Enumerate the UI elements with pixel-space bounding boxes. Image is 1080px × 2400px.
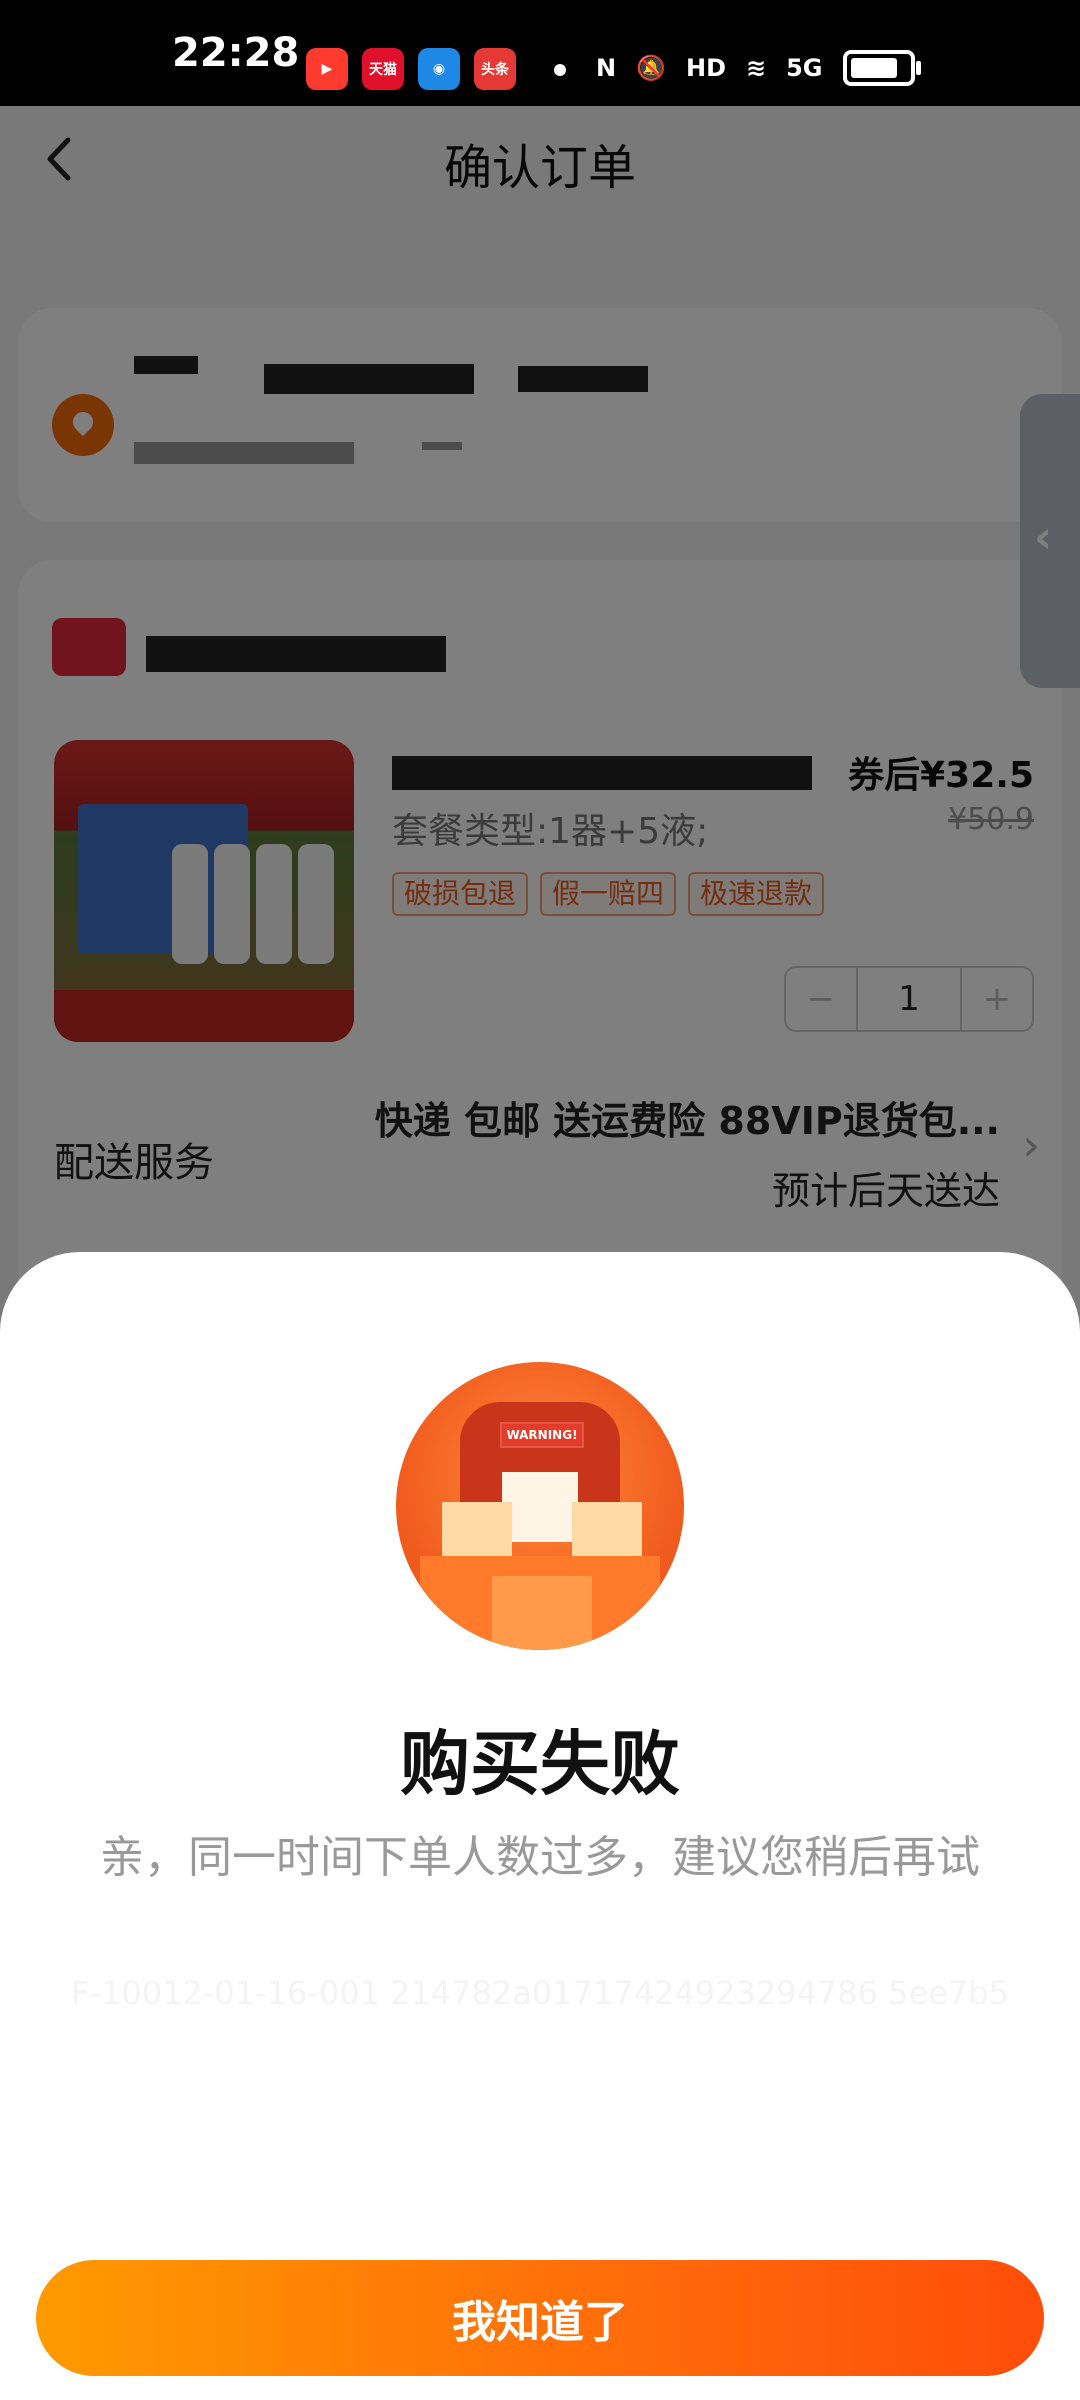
notification-dot-icon: [554, 64, 566, 76]
mute-icon: 🔕: [636, 54, 666, 82]
video-app-icon: ▶: [306, 48, 348, 90]
toutiao-icon: 头条: [474, 48, 516, 90]
tmall-618-icon: 天猫: [362, 48, 404, 90]
nfc-icon: N: [596, 54, 617, 82]
status-time: 22:28: [172, 30, 300, 76]
notification-app-icons: ▶ 天猫 ◉ 头条: [306, 48, 516, 90]
battery-icon: [842, 50, 921, 86]
warning-delivery-illustration: WARNING!: [396, 1362, 684, 1650]
signal-5g-icon: 5G: [786, 54, 823, 82]
acknowledge-button[interactable]: 我知道了: [36, 2260, 1044, 2376]
status-bar: 22:28 ▶ 天猫 ◉ 头条 N 🔕 HD ≋ 5G: [0, 0, 1080, 106]
dialog-message: 亲，同一时间下单人数过多，建议您稍后再试: [100, 1832, 980, 1883]
error-code: F-10012-01-16-001 214782a017174249232947…: [71, 1974, 1009, 2012]
dialog-title: 购买失败: [400, 1723, 680, 1805]
wifi-icon: ≋: [746, 54, 767, 82]
hd-icon: HD: [685, 54, 726, 82]
system-icons: N 🔕 HD ≋ 5G: [596, 50, 921, 86]
purchase-failed-sheet: WARNING! 购买失败 亲，同一时间下单人数过多，建议您稍后再试 F-100…: [0, 1252, 1080, 2400]
map-app-icon: ◉: [418, 48, 460, 90]
